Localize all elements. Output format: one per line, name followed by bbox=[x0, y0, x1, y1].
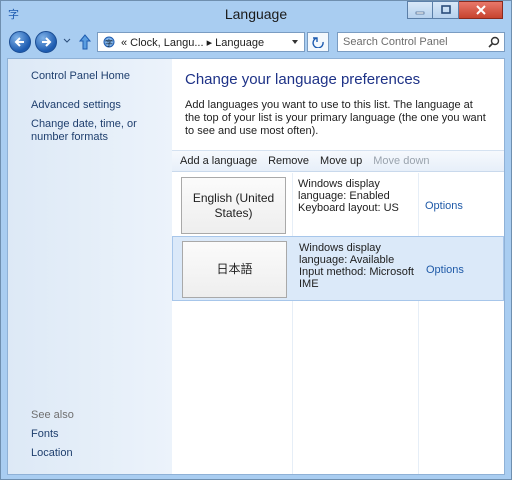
page-description: Add languages you want to use to this li… bbox=[185, 99, 486, 137]
refresh-button[interactable] bbox=[307, 32, 329, 52]
main-pane: Change your language preferences Add lan… bbox=[172, 59, 504, 474]
breadcrumb[interactable]: « Clock, Langu... ▸ Language bbox=[121, 36, 264, 49]
maximize-button[interactable] bbox=[433, 1, 459, 19]
location-link[interactable]: Location bbox=[31, 447, 73, 459]
advanced-settings-link[interactable]: Advanced settings bbox=[31, 99, 121, 111]
navigation-bar: 字 « Clock, Langu... ▸ Language bbox=[1, 29, 511, 55]
see-also-label: See also bbox=[31, 409, 74, 421]
minimize-icon bbox=[415, 11, 425, 15]
control-panel-icon: 字 bbox=[103, 36, 115, 48]
search-box[interactable] bbox=[337, 32, 505, 52]
language-row-japanese[interactable]: 日本語 Windows display language: Available … bbox=[172, 236, 504, 301]
options-link[interactable]: Options bbox=[426, 264, 464, 276]
forward-button[interactable] bbox=[35, 31, 57, 53]
language-tile[interactable]: English (United States) bbox=[181, 177, 286, 234]
language-tile[interactable]: 日本語 bbox=[182, 241, 287, 298]
recent-pages-chevron-icon[interactable] bbox=[63, 38, 71, 44]
svg-text:字: 字 bbox=[105, 38, 113, 48]
fonts-link[interactable]: Fonts bbox=[31, 428, 59, 440]
window-controls bbox=[407, 1, 503, 19]
language-window: 字 Language 字 « Clock, Langu... ▸ Languag… bbox=[0, 0, 512, 480]
options-link[interactable]: Options bbox=[425, 200, 463, 212]
back-button[interactable] bbox=[9, 31, 31, 53]
change-date-time-link[interactable]: Change date, time, or number formats bbox=[31, 118, 171, 144]
minimize-button[interactable] bbox=[407, 1, 433, 19]
language-status: Windows display language: Enabled Keyboa… bbox=[298, 178, 399, 214]
close-icon bbox=[475, 5, 486, 15]
close-button[interactable] bbox=[459, 1, 503, 19]
title-bar[interactable]: 字 Language bbox=[1, 1, 511, 28]
language-toolbar: Add a language Remove Move up Move down bbox=[172, 150, 504, 172]
refresh-icon bbox=[312, 37, 324, 48]
address-dropdown-icon[interactable] bbox=[290, 36, 300, 48]
move-down-button: Move down bbox=[373, 155, 430, 167]
add-language-button[interactable]: Add a language bbox=[180, 155, 257, 167]
back-arrow-icon bbox=[14, 37, 24, 47]
maximize-icon bbox=[440, 5, 451, 14]
language-status: Windows display language: Available Inpu… bbox=[299, 242, 414, 290]
page-title: Change your language preferences bbox=[185, 71, 421, 88]
language-row-english[interactable]: English (United States) Windows display … bbox=[172, 173, 504, 238]
move-up-button[interactable]: Move up bbox=[320, 155, 362, 167]
left-task-pane: Control Panel Home Advanced settings Cha… bbox=[8, 59, 172, 474]
language-list: English (United States) Windows display … bbox=[172, 173, 504, 474]
forward-arrow-icon bbox=[42, 37, 52, 47]
address-bar[interactable]: 字 « Clock, Langu... ▸ Language bbox=[97, 32, 305, 52]
remove-button[interactable]: Remove bbox=[268, 155, 309, 167]
content-area: Control Panel Home Advanced settings Cha… bbox=[7, 58, 505, 475]
control-panel-home-link[interactable]: Control Panel Home bbox=[31, 70, 130, 82]
search-icon[interactable] bbox=[488, 36, 500, 48]
up-arrow-icon[interactable] bbox=[77, 33, 93, 51]
search-input[interactable] bbox=[338, 33, 478, 51]
